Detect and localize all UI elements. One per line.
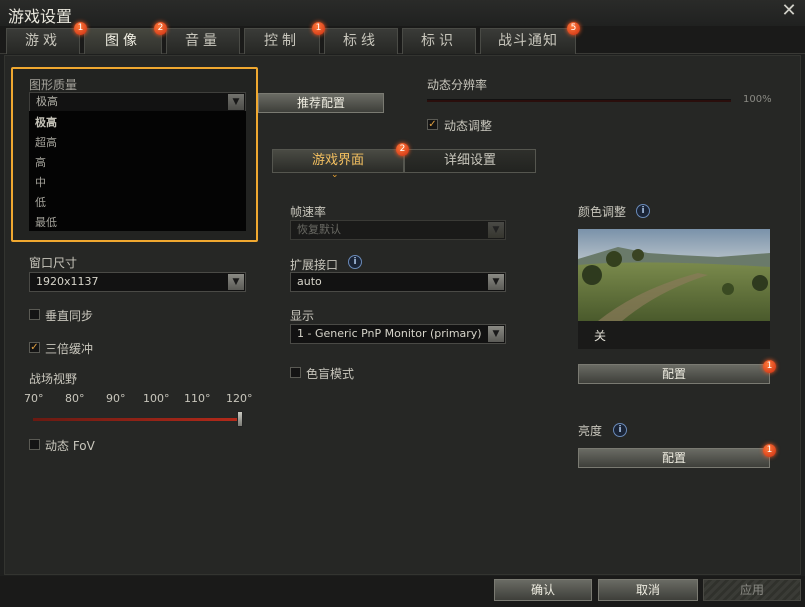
chevron-down-icon: ⌄ xyxy=(331,170,339,180)
colorblind-label: 色盲模式 xyxy=(306,367,355,381)
brightness-config-badge: 1 xyxy=(763,444,776,457)
frame-rate-label: 帧速率 xyxy=(290,205,327,219)
window-size-label: 窗口尺寸 xyxy=(29,256,78,270)
chevron-down-icon: ▼ xyxy=(488,274,504,290)
dynamic-resolution-slider[interactable] xyxy=(427,99,731,102)
extension-label: 扩展接口 xyxy=(290,258,339,272)
footer-bar: 确认 取消 应用 xyxy=(0,576,805,607)
dynamic-fov-checkbox[interactable] xyxy=(29,439,40,450)
fov-tick: 80° xyxy=(65,392,85,405)
highlight-frame xyxy=(11,67,258,242)
fov-tick: 110° xyxy=(184,392,211,405)
tab-graphics[interactable]: 图像 xyxy=(84,28,162,54)
tab-battle-notifications-badge: 5 xyxy=(567,22,580,35)
frame-rate-select: 恢复默认 ▼ xyxy=(290,220,506,240)
colorblind-checkbox[interactable] xyxy=(290,367,301,378)
tab-markers[interactable]: 标识 xyxy=(402,28,476,54)
window-size-value: 1920x1137 xyxy=(36,275,99,288)
fov-slider-handle[interactable] xyxy=(237,411,243,427)
dynamic-fov-label: 动态 FoV xyxy=(45,439,95,453)
recommend-config-button[interactable]: 推荐配置 xyxy=(258,93,384,113)
chevron-down-icon: ▼ xyxy=(488,222,504,238)
display-label: 显示 xyxy=(290,309,315,323)
subtab-detail-settings[interactable]: 详细设置 xyxy=(404,149,536,173)
display-value: 1 - Generic PnP Monitor (primary) xyxy=(297,327,482,340)
color-adjust-label: 颜色调整 xyxy=(578,205,627,219)
tab-sound[interactable]: 音量 xyxy=(166,28,240,54)
fov-label: 战场视野 xyxy=(29,372,78,386)
display-select[interactable]: 1 - Generic PnP Monitor (primary) ▼ xyxy=(290,324,506,344)
color-config-button[interactable]: 配置 xyxy=(578,364,770,384)
tab-controls[interactable]: 控制 xyxy=(244,28,320,54)
color-preview-caption: 关 xyxy=(594,329,607,343)
color-config-badge: 1 xyxy=(763,360,776,373)
dynamic-resolution-label: 动态分辨率 xyxy=(427,78,488,92)
tab-graphics-badge: 2 xyxy=(154,22,167,35)
fov-slider-track[interactable] xyxy=(33,418,240,421)
tab-reticle[interactable]: 标线 xyxy=(324,28,398,54)
fov-tick: 100° xyxy=(143,392,170,405)
triple-buffer-checkbox[interactable]: ✓ xyxy=(29,342,40,353)
extension-select[interactable]: auto ▼ xyxy=(290,272,506,292)
dynamic-adjust-checkbox[interactable]: ✓ xyxy=(427,119,438,130)
brightness-config-button[interactable]: 配置 xyxy=(578,448,770,468)
vsync-label: 垂直同步 xyxy=(45,309,94,323)
chevron-down-icon: ▼ xyxy=(228,274,244,290)
color-preview-image: 关 xyxy=(578,229,770,349)
tab-game[interactable]: 游戏 xyxy=(6,28,80,54)
fov-tick: 120° xyxy=(226,392,253,405)
subtab-game-ui-badge: 2 xyxy=(396,143,409,156)
chevron-down-icon: ▼ xyxy=(488,326,504,342)
fov-tick: 70° xyxy=(24,392,44,405)
tab-battle-notifications[interactable]: 战斗通知 xyxy=(480,28,576,54)
close-icon[interactable]: ✕ xyxy=(779,1,799,21)
vsync-checkbox[interactable] xyxy=(29,309,40,320)
triple-buffer-label: 三倍缓冲 xyxy=(45,342,94,356)
title-bar: 游戏设置 ✕ xyxy=(0,0,805,26)
fov-slider-fill xyxy=(33,418,240,421)
dynamic-adjust-label: 动态调整 xyxy=(444,119,493,133)
extension-value: auto xyxy=(297,275,322,288)
info-icon[interactable]: i xyxy=(636,204,650,218)
dynamic-resolution-value: 100% xyxy=(743,94,772,105)
confirm-button[interactable]: 确认 xyxy=(494,579,592,601)
window-title: 游戏设置 xyxy=(8,7,73,26)
cancel-button[interactable]: 取消 xyxy=(598,579,698,601)
tab-bar: 游戏 图像 音量 控制 标线 标识 战斗通知 1 2 1 5 xyxy=(0,22,805,54)
frame-rate-value: 恢复默认 xyxy=(297,223,341,236)
tab-game-badge: 1 xyxy=(74,22,87,35)
info-icon[interactable]: i xyxy=(613,423,627,437)
brightness-label: 亮度 xyxy=(578,424,603,438)
landscape-preview xyxy=(578,229,770,321)
fov-tick: 90° xyxy=(106,392,126,405)
tab-controls-badge: 1 xyxy=(312,22,325,35)
info-icon[interactable]: i xyxy=(348,255,362,269)
window-size-select[interactable]: 1920x1137 ▼ xyxy=(29,272,246,292)
apply-button: 应用 xyxy=(703,579,801,601)
